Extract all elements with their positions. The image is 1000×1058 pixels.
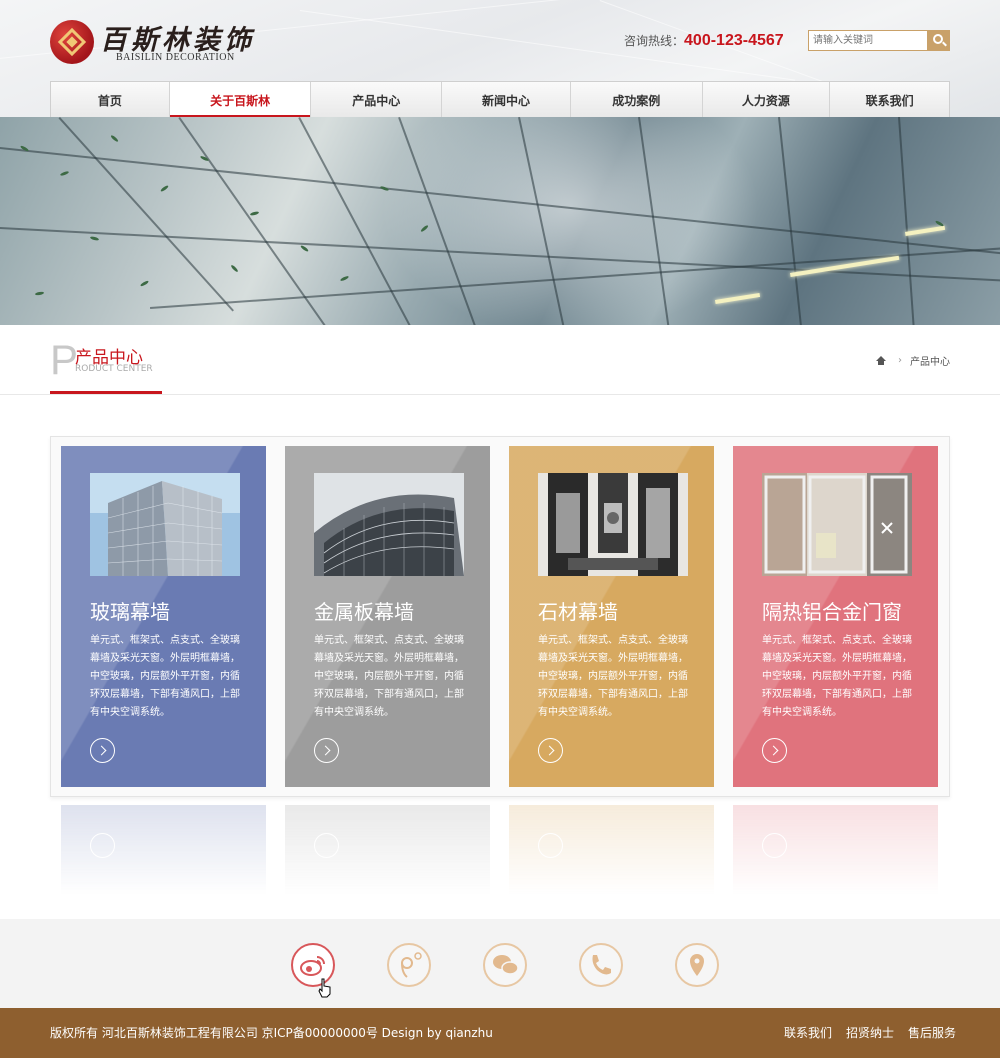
section-underline (50, 391, 162, 394)
footer-link-careers[interactable]: 招贤纳士 (846, 1024, 894, 1041)
hotline-number: 400-123-4567 (684, 32, 784, 49)
product-image-glass-curtain-wall (90, 473, 240, 576)
product-card-stone[interactable]: 石材幕墙 单元式、框架式、点支式、全玻璃幕墙及采光天窗。外层明框幕墙，中空玻璃，… (509, 446, 714, 787)
nav-item-news[interactable]: 新闻中心 (442, 82, 571, 118)
section-subtitle: RODUCT CENTER (75, 364, 153, 374)
product-title: 金属板幕墙 (314, 600, 414, 624)
breadcrumb-separator: › (898, 355, 902, 366)
search-box (808, 30, 950, 51)
search-input[interactable] (808, 30, 928, 51)
product-card-glass[interactable]: 玻璃幕墙 单元式、框架式、点支式、全玻璃幕墙及采光天窗。外层明框幕墙，中空玻璃，… (61, 446, 266, 787)
nav-item-home[interactable]: 首页 (51, 82, 170, 118)
card-reflection (733, 805, 938, 895)
card-reflection (61, 805, 266, 895)
nav-item-about[interactable]: 关于百斯林 (169, 82, 312, 118)
copyright-text: 版权所有 河北百斯林装饰工程有限公司 京ICP备00000000号 Design… (50, 1026, 493, 1040)
section-letter: P (50, 336, 79, 383)
arrow-right-icon[interactable] (762, 738, 787, 763)
main-nav: 首页 关于百斯林 产品中心 新闻中心 成功案例 人力资源 联系我们 (50, 81, 950, 118)
product-card-aluminum[interactable]: 隔热铝合金门窗 单元式、框架式、点支式、全玻璃幕墙及采光天窗。外层明框幕墙，中空… (733, 446, 938, 787)
breadcrumb-current: 产品中心 (910, 357, 950, 368)
hotline-label: 咨询热线： (624, 34, 685, 48)
product-title: 石材幕墙 (538, 600, 618, 624)
wechat-icon[interactable] (483, 943, 527, 987)
card-reflection (509, 805, 714, 895)
logo-subtext: BAISILIN DECORATION (116, 52, 235, 63)
section-header: P 产品中心 RODUCT CENTER (0, 325, 1000, 395)
product-description: 单元式、框架式、点支式、全玻璃幕墙及采光天窗。外层明框幕墙，中空玻璃，内层额外平… (90, 635, 240, 718)
arrow-right-icon[interactable] (314, 738, 339, 763)
product-description: 单元式、框架式、点支式、全玻璃幕墙及采光天窗。外层明框幕墙，中空玻璃，内层额外平… (762, 635, 912, 718)
location-icon[interactable] (675, 943, 719, 987)
footer-links: 联系我们 招贤纳士 售后服务 (784, 1024, 956, 1041)
tencent-weibo-icon[interactable] (387, 943, 431, 987)
product-description: 单元式、框架式、点支式、全玻璃幕墙及采光天窗。外层明框幕墙，中空玻璃，内层额外平… (314, 635, 464, 718)
footer-link-aftersales[interactable]: 售后服务 (908, 1024, 956, 1041)
phone-icon[interactable] (579, 943, 623, 987)
product-description: 单元式、框架式、点支式、全玻璃幕墙及采光天窗。外层明框幕墙，中空玻璃，内层额外平… (538, 635, 688, 718)
arrow-right-icon[interactable] (538, 738, 563, 763)
footer-link-contact[interactable]: 联系我们 (784, 1024, 832, 1041)
nav-item-hr[interactable]: 人力资源 (703, 82, 831, 118)
nav-item-products[interactable]: 产品中心 (311, 82, 443, 118)
site-logo[interactable]: 百斯林装饰 BAISILIN DECORATION (50, 18, 251, 66)
product-title: 玻璃幕墙 (90, 600, 170, 624)
hotline: 咨询热线：400-123-4567 (624, 30, 784, 50)
hand-cursor-icon (318, 978, 332, 1002)
breadcrumb: › 产品中心 (876, 353, 950, 368)
hero-banner (0, 117, 1000, 325)
search-button[interactable] (928, 30, 950, 51)
product-card-metal[interactable]: 金属板幕墙 单元式、框架式、点支式、全玻璃幕墙及采光天窗。外层明框幕墙，中空玻璃… (285, 446, 490, 787)
home-icon[interactable] (876, 355, 886, 366)
product-image-metal-curtain-wall (314, 473, 464, 576)
card-reflection (285, 805, 490, 895)
nav-item-contact[interactable]: 联系我们 (830, 82, 949, 118)
product-image-stone-curtain-wall (538, 473, 688, 576)
product-image-aluminum-window (762, 473, 912, 576)
arrow-right-icon[interactable] (90, 738, 115, 763)
product-title: 隔热铝合金门窗 (762, 600, 902, 624)
nav-item-cases[interactable]: 成功案例 (571, 82, 703, 118)
logo-mark-icon (50, 20, 94, 64)
